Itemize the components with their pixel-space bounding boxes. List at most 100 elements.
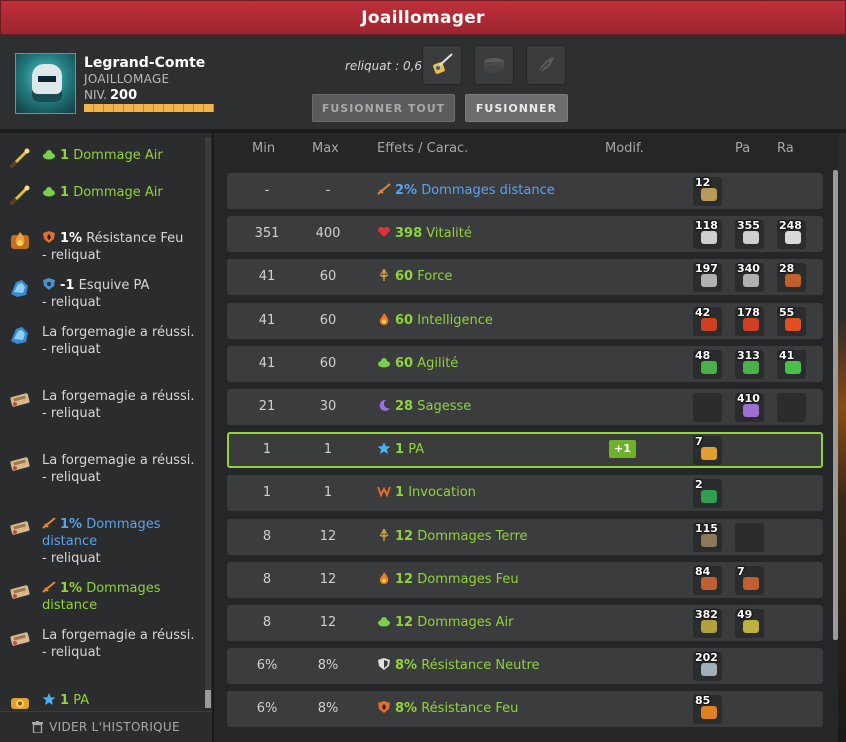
history-sub: - reliquat (42, 551, 101, 566)
rune-slot[interactable]: 202 (693, 651, 722, 682)
clear-history-button[interactable]: VIDER L'HISTORIQUE (0, 711, 212, 742)
rune-slot[interactable]: 178 (735, 306, 764, 336)
invocation-icon (377, 485, 395, 500)
rune-slot[interactable]: 410 (735, 392, 764, 422)
rune-slot[interactable]: 7 (693, 435, 722, 466)
empty-rune-slot[interactable] (735, 522, 764, 552)
column-header-pa: Pa (735, 141, 751, 156)
rune-slot[interactable]: 355 (735, 219, 764, 250)
air-icon (377, 356, 395, 371)
rune-count: 48 (695, 348, 711, 362)
rune-slot[interactable]: 7 (735, 564, 764, 595)
rune-slot[interactable]: 12 (693, 176, 722, 206)
effect-row[interactable]: 6% 8% 8% Résistance Neutre 202 (227, 648, 823, 685)
history-value: 1% (60, 517, 83, 532)
effect-row[interactable]: 21 30 28 Sagesse 410 (227, 389, 823, 425)
max-value: 12 (319, 571, 337, 587)
max-value: 12 (319, 615, 337, 630)
rune-icon (743, 317, 759, 331)
max-value: 400 (315, 226, 341, 242)
rune-slot[interactable]: 2 (693, 478, 722, 509)
rune-icon (743, 360, 759, 374)
rune-count: 410 (737, 392, 760, 405)
effect-name: Vitalité (426, 226, 472, 242)
min-value: 21 (258, 399, 276, 414)
rune-slot[interactable]: 85 (693, 694, 722, 725)
rune-count: 49 (737, 608, 753, 621)
history-scrollbar-track[interactable] (205, 137, 211, 697)
star-icon (42, 693, 60, 708)
history-label: La forgemagie a réussi. (42, 389, 195, 404)
rune-slot[interactable]: 41 (777, 349, 806, 379)
effect-value: 12 (395, 571, 414, 587)
effect-label: 60 Force (377, 269, 452, 284)
clear-history-label: VIDER L'HISTORIQUE (49, 720, 180, 734)
character-level: NIV. 200 (84, 88, 137, 103)
rune-slot[interactable]: 248 (777, 219, 806, 250)
rune-icon (785, 274, 801, 288)
effect-row[interactable]: 41 60 60 Force 197 340 28 (227, 259, 823, 296)
effect-value: 8% (395, 701, 418, 717)
shield-neutral-icon (377, 658, 395, 673)
effect-name: Résistance Feu (421, 701, 519, 717)
history-text: La forgemagie a réussi. - reliquat (42, 627, 200, 661)
effect-row[interactable]: 41 60 60 Intelligence 42 178 55 (227, 302, 823, 339)
effect-name: Intelligence (417, 312, 493, 328)
rune-slot[interactable]: 118 (693, 219, 722, 250)
rune-slot[interactable]: 49 (735, 608, 764, 638)
merge-button[interactable]: FUSIONNER (465, 94, 568, 122)
max-value: 60 (319, 355, 337, 371)
rune-slot[interactable]: 313 (735, 349, 764, 379)
wand-icon (8, 183, 32, 207)
rune-slot[interactable]: 28 (777, 262, 806, 293)
rune-slot[interactable] (422, 45, 462, 85)
rune-slot[interactable]: 197 (693, 262, 722, 293)
min-value: 8 (262, 571, 272, 587)
effect-row[interactable]: 351 400 398 Vitalité 118 355 248 (227, 216, 823, 253)
effect-row[interactable]: 8 12 12 Dommages Terre 115 (227, 518, 823, 555)
rune-count: 84 (695, 564, 711, 578)
rune-slot[interactable]: 115 (693, 522, 722, 552)
item-slot[interactable] (474, 45, 514, 85)
rune-icon (701, 490, 717, 504)
effect-label: 60 Intelligence (377, 312, 493, 328)
history-scrollbar-thumb[interactable] (205, 690, 211, 708)
visor-icon (38, 76, 56, 82)
rune-icon (743, 274, 759, 288)
history-sub: - reliquat (42, 342, 101, 357)
sword-icon (42, 517, 60, 532)
effect-label: 1 PA (377, 442, 424, 457)
effect-row[interactable]: 41 60 60 Agilité 48 313 41 (227, 345, 823, 382)
effect-value: 8% (395, 658, 418, 674)
effect-name: Force (417, 269, 453, 285)
rune-icon (701, 663, 717, 677)
effect-row[interactable]: 8 12 12 Dommages Feu 84 7 (227, 561, 823, 598)
rune-slot[interactable]: 55 (777, 306, 806, 336)
effect-row[interactable]: 111 Invocation 2 (227, 475, 823, 512)
history-text: La forgemagie a réussi. - reliquat (42, 452, 200, 486)
rune-icon (701, 706, 717, 720)
rune-slot[interactable]: 42 (693, 306, 722, 336)
rune-icon (785, 317, 801, 331)
column-header-max: Max (312, 141, 339, 156)
history-text: 1% Dommages distance - reliquat (42, 516, 200, 567)
effect-row[interactable]: 8 12 12 Dommages Air 382 49 (227, 605, 823, 641)
rune-slot[interactable]: 84 (693, 564, 722, 595)
empty-rune-slot[interactable] (777, 393, 806, 422)
history-text: 1 Dommage Air (42, 184, 200, 201)
effect-value: 60 (395, 355, 414, 371)
rune-count: 7 (737, 564, 745, 578)
rune-slot[interactable]: 382 (693, 608, 722, 638)
moon-icon (377, 399, 395, 414)
merge-all-button[interactable]: FUSIONNER TOUT (312, 94, 455, 122)
effect-row[interactable]: 111 PA +1 7 (227, 432, 823, 469)
rune-slot[interactable]: 48 (693, 348, 722, 379)
effect-row[interactable]: - - 2% Dommages distance 12 (227, 173, 823, 209)
history-text: 1% Dommages distance (42, 580, 200, 614)
feather-slot[interactable] (526, 45, 566, 85)
effect-row[interactable]: 6% 8% 8% Résistance Feu 85 (227, 691, 823, 728)
scroll-rune-icon (8, 451, 32, 475)
rune-slot[interactable]: 340 (735, 262, 764, 293)
effect-label: 2% Dommages distance (377, 183, 555, 198)
empty-rune-slot[interactable] (693, 393, 722, 422)
